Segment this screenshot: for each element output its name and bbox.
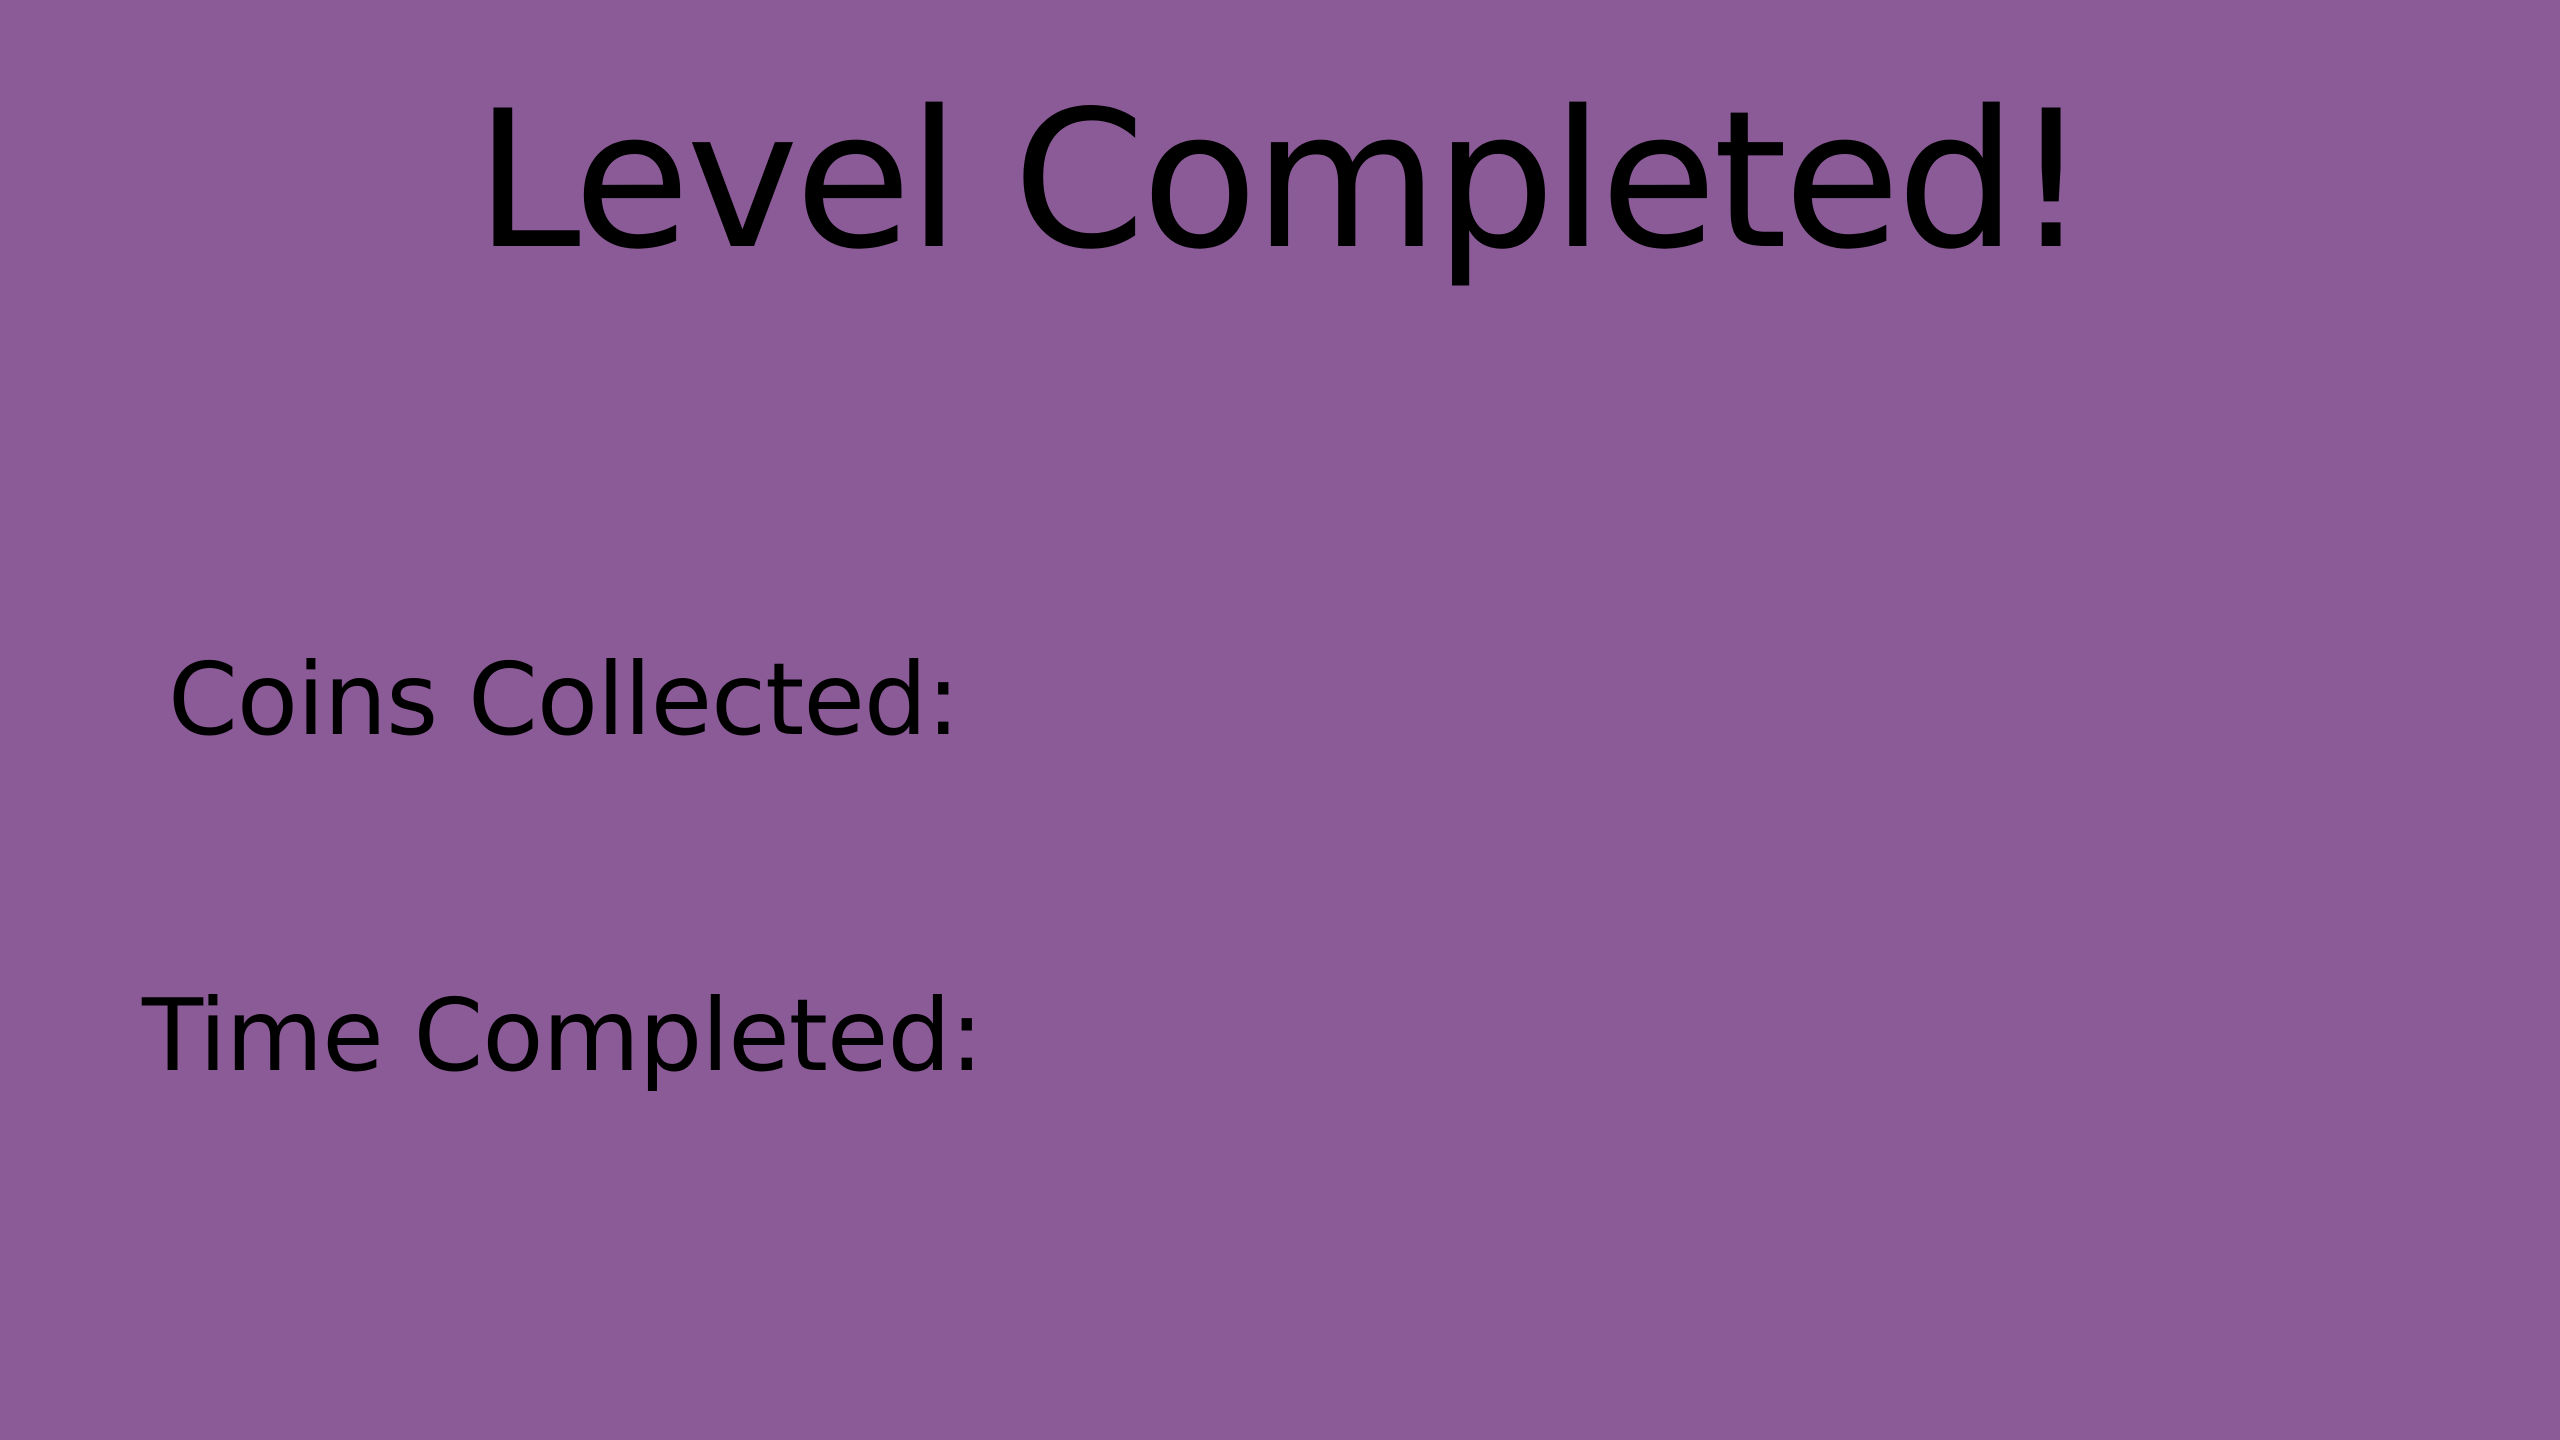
level-complete-screen: Level Completed! Coins Collected: Time C… (0, 0, 2560, 1440)
coins-collected-label: Coins Collected: (168, 641, 960, 758)
level-completed-title: Level Completed! (474, 70, 2089, 291)
time-completed-label: Time Completed: (142, 977, 984, 1094)
